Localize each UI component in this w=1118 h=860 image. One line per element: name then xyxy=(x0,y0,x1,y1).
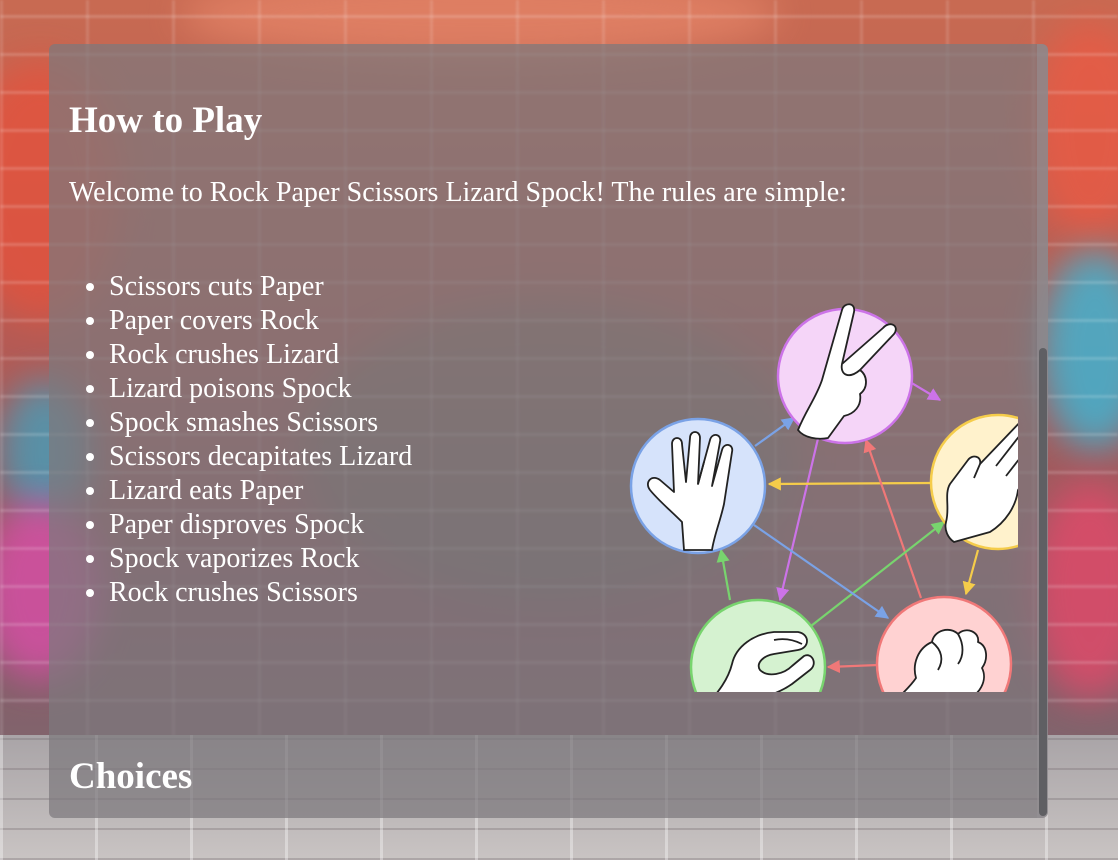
rule-item: Rock crushes Scissors xyxy=(109,576,412,610)
rule-item: Lizard eats Paper xyxy=(109,474,412,508)
arrow-paper-rock xyxy=(962,549,980,596)
rule-item: Paper disproves Spock xyxy=(109,508,412,542)
rule-item: Spock vaporizes Rock xyxy=(109,542,412,576)
arrow-rock-lizard xyxy=(826,659,879,674)
lizard-node xyxy=(689,598,827,692)
rules-list: Scissors cuts Paper Paper covers Rock Ro… xyxy=(69,270,412,610)
paper-node xyxy=(929,413,1018,551)
spock-node xyxy=(629,417,767,555)
how-to-play-title: How to Play xyxy=(69,100,263,141)
rule-item: Paper covers Rock xyxy=(109,304,412,338)
arrow-rock-scissors xyxy=(863,438,923,599)
rule-item: Spock smashes Scissors xyxy=(109,406,412,440)
scissors-node xyxy=(776,303,914,445)
arrow-lizard-spock xyxy=(716,548,732,601)
rule-item: Scissors decapitates Lizard xyxy=(109,440,412,474)
choices-title: Choices xyxy=(69,756,193,797)
modal-scrollbar-thumb[interactable] xyxy=(1039,348,1047,816)
arrow-paper-spock xyxy=(767,477,932,491)
arrow-spock-scissors xyxy=(754,417,796,447)
how-to-play-modal: How to Play Welcome to Rock Paper Scisso… xyxy=(49,44,1048,818)
rule-item: Rock crushes Lizard xyxy=(109,338,412,372)
intro-text: Welcome to Rock Paper Scissors Lizard Sp… xyxy=(69,177,847,208)
rules-diagram xyxy=(629,303,1018,692)
rule-item: Scissors cuts Paper xyxy=(109,270,412,304)
rule-item: Lizard poisons Spock xyxy=(109,372,412,406)
rock-node xyxy=(875,595,1013,692)
